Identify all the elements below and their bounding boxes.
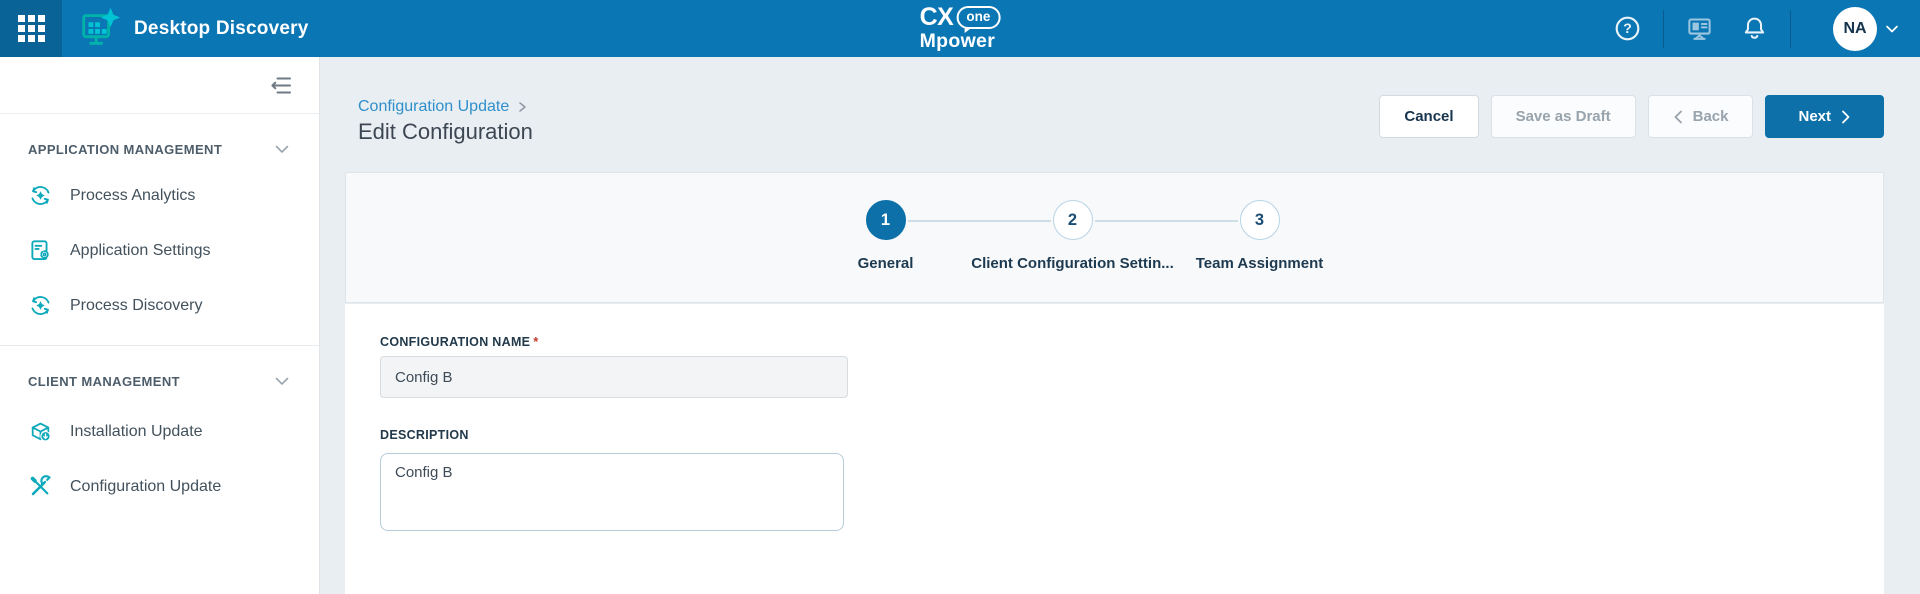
breadcrumb-chevron-icon xyxy=(515,99,529,115)
description-textarea[interactable]: Config B xyxy=(380,453,844,531)
process-discovery-icon xyxy=(31,296,50,315)
sidebar-item-label: Application Settings xyxy=(70,241,211,259)
save-as-draft-button[interactable]: Save as Draft xyxy=(1490,95,1636,138)
breadcrumb: Configuration Update xyxy=(358,98,529,116)
sidebar-item-process-discovery[interactable]: Process Discovery xyxy=(0,278,319,333)
app-title: Desktop Discovery xyxy=(134,17,309,39)
chevron-down-icon xyxy=(275,145,289,153)
configuration-name-input[interactable] xyxy=(380,356,848,398)
avatar[interactable]: NA xyxy=(1833,6,1877,51)
section-label: CLIENT MANAGEMENT xyxy=(28,373,180,389)
collapse-sidebar-icon[interactable] xyxy=(269,74,293,97)
brand-cx: CX xyxy=(919,3,954,31)
step-label: Client Configuration Settin... xyxy=(971,255,1174,272)
description-label: DESCRIPTION xyxy=(380,428,469,442)
general-form-card: CONFIGURATION NAME* DESCRIPTION Config B xyxy=(345,304,1884,594)
step-client-configuration-settings[interactable]: 2 Client Configuration Settin... xyxy=(907,200,1174,272)
avatar-menu-button[interactable] xyxy=(1884,21,1900,37)
sidebar-item-configuration-update[interactable]: Configuration Update xyxy=(0,459,319,514)
help-icon: ? xyxy=(1615,16,1640,41)
brand-mpower: Mpower xyxy=(919,30,996,52)
header-divider xyxy=(1663,9,1664,48)
application-settings-icon xyxy=(31,240,49,260)
cancel-button[interactable]: Cancel xyxy=(1379,95,1479,138)
breadcrumb-parent-link[interactable]: Configuration Update xyxy=(358,98,509,116)
brand-one-bubble: one xyxy=(956,6,1001,33)
chevron-down-icon xyxy=(275,377,289,385)
sidebar-item-application-settings[interactable]: Application Settings xyxy=(0,223,319,278)
page-title: Edit Configuration xyxy=(358,119,533,144)
top-header: Desktop Discovery CX one Mpower ? NA xyxy=(0,0,1920,57)
sidebar-item-installation-update[interactable]: Installation Update xyxy=(0,404,319,459)
presentation-board-icon xyxy=(1688,18,1711,40)
configuration-name-label: CONFIGURATION NAME * xyxy=(380,335,539,349)
chevron-down-icon xyxy=(1886,25,1898,32)
cxone-mpower-logo: CX one Mpower xyxy=(920,5,1001,52)
action-buttons: Cancel Save as Draft Back Next xyxy=(1379,95,1884,138)
sidebar-section-client-management[interactable]: CLIENT MANAGEMENT xyxy=(28,372,291,390)
notifications-button[interactable] xyxy=(1741,15,1768,42)
sidebar-divider xyxy=(0,345,319,346)
step-number: 2 xyxy=(1052,200,1093,240)
process-analytics-icon xyxy=(31,186,50,205)
installation-update-icon xyxy=(31,422,51,442)
svg-text:?: ? xyxy=(1623,20,1632,36)
main-content: Configuration Update Edit Configuration … xyxy=(320,57,1920,594)
configuration-update-icon xyxy=(30,475,51,496)
sidebar-item-label: Installation Update xyxy=(70,422,203,440)
app-launcher-button[interactable] xyxy=(0,0,62,57)
sidebar-item-label: Process Discovery xyxy=(70,296,203,314)
help-button[interactable]: ? xyxy=(1614,15,1641,42)
back-chevron-icon xyxy=(1674,110,1682,123)
sidebar: APPLICATION MANAGEMENT Process Analytics xyxy=(0,57,320,594)
back-button[interactable]: Back xyxy=(1647,95,1754,138)
sidebar-item-label: Process Analytics xyxy=(70,186,196,204)
header-divider xyxy=(1790,9,1791,48)
bell-icon xyxy=(1744,17,1765,39)
section-label: APPLICATION MANAGEMENT xyxy=(28,141,223,157)
step-label: Team Assignment xyxy=(1195,255,1324,272)
step-number: 3 xyxy=(1239,200,1280,240)
next-button[interactable]: Next xyxy=(1765,95,1884,138)
sidebar-item-label: Configuration Update xyxy=(70,477,222,495)
wizard-stepper-panel: 1 General 2 Client Configuration Settin.… xyxy=(345,172,1884,303)
dashboard-board-button[interactable] xyxy=(1686,15,1713,42)
step-general[interactable]: 1 General xyxy=(792,200,979,272)
next-chevron-icon xyxy=(1842,110,1850,123)
desktop-discovery-app-icon xyxy=(82,7,121,45)
sidebar-collapse-row xyxy=(0,57,319,114)
step-label: General xyxy=(857,255,914,272)
sidebar-section-application-management[interactable]: APPLICATION MANAGEMENT xyxy=(28,140,291,158)
required-asterisk: * xyxy=(533,335,539,349)
sidebar-item-process-analytics[interactable]: Process Analytics xyxy=(0,168,319,223)
step-team-assignment[interactable]: 3 Team Assignment xyxy=(1094,200,1353,272)
step-number: 1 xyxy=(865,200,906,240)
waffle-grid-icon xyxy=(17,15,45,42)
